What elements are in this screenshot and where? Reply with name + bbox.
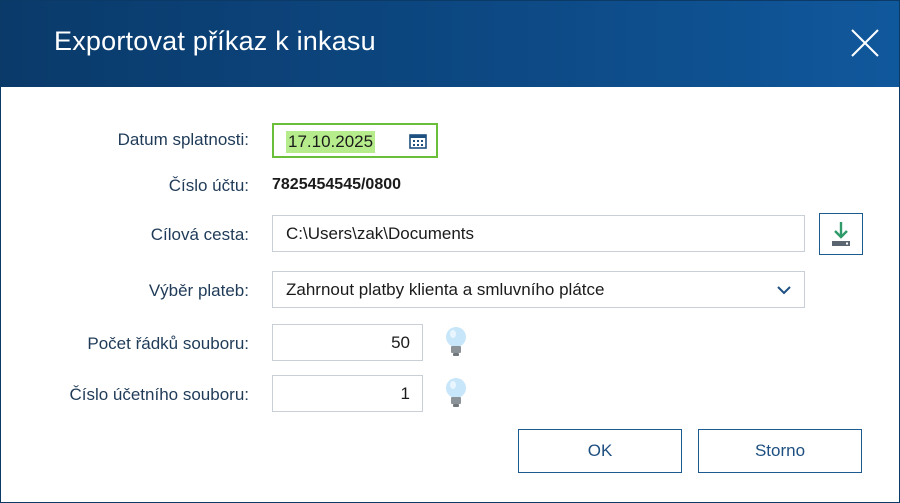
cancel-button[interactable]: Storno xyxy=(698,429,862,473)
download-icon xyxy=(832,222,850,246)
file-number-input[interactable]: 1 xyxy=(272,375,423,412)
row-count-input[interactable]: 50 xyxy=(272,324,423,361)
title-bar: Exportovat příkaz k inkasu xyxy=(1,1,899,87)
calendar-icon[interactable] xyxy=(409,133,427,149)
chevron-down-icon[interactable] xyxy=(776,282,792,296)
target-path-value: C:\Users\zak\Documents xyxy=(286,224,474,243)
due-date-field[interactable]: 17.10.2025 xyxy=(272,123,438,158)
close-icon[interactable] xyxy=(849,27,881,59)
dialog-title: Exportovat příkaz k inkasu xyxy=(54,26,376,56)
target-path-input[interactable]: C:\Users\zak\Documents xyxy=(272,215,805,252)
payment-selection-label: Výběr plateb: xyxy=(148,281,249,300)
ok-button[interactable]: OK xyxy=(518,429,682,473)
due-date-label: Datum splatnosti: xyxy=(117,130,249,149)
due-date-value: 17.10.2025 xyxy=(286,131,376,153)
row-count-value: 50 xyxy=(391,333,410,352)
account-value: 7825454545/0800 xyxy=(272,176,402,193)
file-number-label: Číslo účetního souboru: xyxy=(69,385,249,404)
target-path-label: Cílová cesta: xyxy=(150,225,249,244)
payment-selection-dropdown[interactable]: Zahrnout platby klienta a smluvního plát… xyxy=(272,271,805,308)
row-count-label: Počet řádků souboru: xyxy=(87,334,249,353)
file-number-value: 1 xyxy=(400,384,410,403)
account-label: Číslo účtu: xyxy=(168,176,249,195)
browse-path-button[interactable] xyxy=(819,213,863,255)
lightbulb-icon[interactable] xyxy=(445,326,467,358)
export-dialog: Exportovat příkaz k inkasu Datum splatno… xyxy=(0,0,900,503)
lightbulb-icon[interactable] xyxy=(445,377,467,409)
payment-selection-value: Zahrnout platby klienta a smluvního plát… xyxy=(286,280,605,299)
